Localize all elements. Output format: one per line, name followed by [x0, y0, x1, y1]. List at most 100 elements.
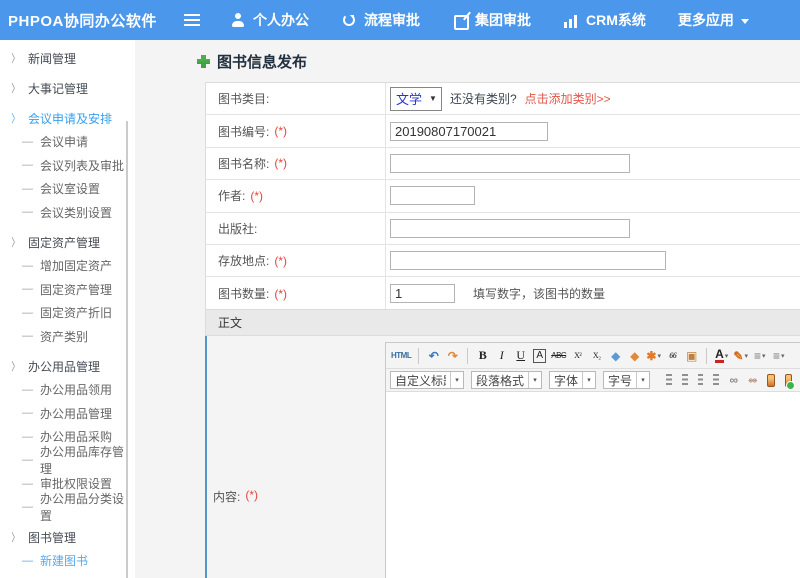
image-icon[interactable] [767, 374, 774, 387]
editor-canvas[interactable] [386, 393, 800, 578]
format-painter-icon[interactable]: ✱▾ [645, 347, 662, 365]
required-mark: (*) [274, 287, 287, 301]
font-style-box-icon[interactable]: A [531, 347, 548, 365]
app-logo[interactable]: PHPOA协同办公软件 [0, 10, 170, 31]
sidebar-item-label: 办公用品领用 [40, 381, 112, 398]
strikethrough-icon[interactable]: ABC [550, 347, 567, 365]
dash-icon: — [22, 330, 33, 342]
unlink-icon[interactable]: ∞ [744, 371, 761, 389]
nav-item-label: 流程审批 [364, 10, 420, 30]
dash-icon: — [22, 260, 33, 272]
form-row-book-number: 图书编号:(*) [206, 115, 800, 147]
sidebar-item[interactable]: — 新建图书 [0, 549, 135, 573]
sidebar-item[interactable]: —会议列表及审批 [0, 154, 135, 178]
sidebar-item-label: 新建图书 [40, 552, 88, 569]
sidebar-item[interactable]: —图书管理 [0, 573, 135, 578]
paragraph-format-select[interactable]: 段落格式▾ [471, 371, 542, 389]
nav-item-label: 集团审批 [475, 10, 531, 30]
nav-item-2[interactable]: 流程审批 [341, 10, 420, 30]
form-row-author: 作者:(*) [206, 180, 800, 212]
chevron-right-icon: 〉 [11, 50, 19, 66]
blockquote-icon[interactable]: 66 [664, 347, 681, 365]
underline-icon[interactable]: U [512, 347, 529, 365]
book-name-input[interactable] [390, 154, 630, 173]
paste-icon[interactable]: ▣ [683, 347, 700, 365]
publisher-input[interactable] [390, 219, 630, 238]
redo-icon[interactable]: ↷ [444, 347, 461, 365]
align-right-icon[interactable] [698, 374, 704, 386]
sidebar-group-3[interactable]: 〉会议申请及安排 [0, 106, 135, 130]
field-label-cell: 图书编号:(*) [206, 115, 386, 146]
page-title: 图书信息发布 [217, 51, 307, 72]
sidebar-item[interactable]: —固定资产管理 [0, 278, 135, 302]
chevron-right-icon: 〉 [11, 358, 19, 374]
nav-item-4[interactable]: CRM系统 [563, 10, 646, 30]
sidebar-item[interactable]: —办公用品分类设置 [0, 496, 135, 520]
storage-location-input[interactable] [390, 251, 666, 270]
sidebar-group-2[interactable]: 〉大事记管理 [0, 76, 135, 100]
field-label: 存放地点: [218, 252, 269, 269]
sidebar-group-label: 新闻管理 [28, 50, 76, 67]
sidebar-item[interactable]: —办公用品领用 [0, 378, 135, 402]
book-number-input[interactable] [390, 122, 548, 141]
subscript-icon[interactable]: X₂ [588, 347, 605, 365]
author-input[interactable] [390, 186, 475, 205]
chart-icon [563, 12, 579, 28]
book-quantity-input[interactable] [390, 284, 455, 303]
nav-item-5[interactable]: 更多应用 [678, 10, 749, 30]
eraser-icon[interactable]: ◆ [607, 347, 624, 365]
sidebar-item[interactable]: —增加固定资产 [0, 254, 135, 278]
italic-icon[interactable]: I [493, 347, 510, 365]
sidebar-item[interactable]: —固定资产折旧 [0, 301, 135, 325]
add-category-link[interactable]: 点击添加类别>> [525, 90, 611, 107]
bold-icon[interactable]: B [474, 347, 491, 365]
icon-glyph: ∞ [748, 373, 757, 387]
ordered-list-icon[interactable]: ≡▾ [751, 347, 768, 365]
field-label: 图书类目: [218, 90, 269, 107]
icon-glyph: ✱ [646, 349, 656, 363]
superscript-icon[interactable]: X² [569, 347, 586, 365]
sidebar-item[interactable]: —会议室设置 [0, 177, 135, 201]
sidebar-group-6[interactable]: 〉图书管理 [0, 525, 135, 549]
sidebar-group-4[interactable]: 〉固定资产管理 [0, 230, 135, 254]
no-category-hint: 还没有类别? [450, 90, 517, 107]
nav-item-3[interactable]: 集团审批 [452, 10, 531, 30]
highlight-pen-icon[interactable]: ✎▾ [732, 347, 749, 365]
dash-icon: — [22, 555, 33, 567]
sidebar-item[interactable]: —办公用品管理 [0, 402, 135, 426]
hamburger-menu-icon[interactable] [184, 14, 200, 26]
image-upload-icon[interactable] [785, 374, 792, 387]
align-justify-icon[interactable] [713, 374, 719, 386]
sidebar-item[interactable]: —会议申请 [0, 130, 135, 154]
source-code-button[interactable]: HTML [390, 347, 412, 365]
sidebar-item[interactable]: —办公用品库存管理 [0, 449, 135, 473]
sidebar-group-1[interactable]: 〉新闻管理 [0, 46, 135, 70]
sidebar-item[interactable]: — 资产类别 [0, 325, 135, 349]
font-family-select[interactable]: 字体▾ [549, 371, 596, 389]
link-icon[interactable]: ∞ [725, 371, 742, 389]
dash-icon: — [22, 206, 33, 218]
clean-format-icon[interactable]: ◆ [626, 347, 643, 365]
nav-item-1[interactable]: 个人办公 [230, 10, 309, 30]
editor-toolbar-row1: HTML↶↷BIUAABCX²X₂◆◆✱▾66▣A▾✎▾≡▾≡▾ [386, 343, 800, 369]
font-color-icon[interactable]: A▾ [713, 347, 730, 365]
font-size-select[interactable]: 字号▾ [603, 371, 650, 389]
select-label: 字体 [554, 372, 578, 389]
dash-icon: — [22, 136, 33, 148]
caret-down-icon: ▾ [657, 352, 661, 360]
sidebar-item-label: 资产类别 [40, 328, 88, 345]
unordered-list-icon[interactable]: ≡▾ [770, 347, 787, 365]
undo-icon[interactable]: ↶ [425, 347, 442, 365]
sidebar-item[interactable]: —会议类别设置 [0, 201, 135, 225]
icon-glyph: ▣ [686, 349, 697, 363]
field-value-cell: 填写数字，该图书的数量 [386, 277, 800, 309]
icon-glyph: A [715, 349, 724, 363]
align-center-icon[interactable] [682, 374, 688, 386]
icon-glyph: ↷ [448, 349, 458, 363]
icon-glyph: ≡ [754, 349, 761, 363]
book-category-select[interactable]: 文学▼ [390, 87, 442, 111]
align-left-icon[interactable] [666, 374, 672, 386]
sidebar-group-5[interactable]: 〉办公用品管理 [0, 354, 135, 378]
custom-heading-select[interactable]: 自定义标题▾ [390, 371, 464, 389]
sidebar-scrollbar[interactable] [126, 121, 128, 578]
